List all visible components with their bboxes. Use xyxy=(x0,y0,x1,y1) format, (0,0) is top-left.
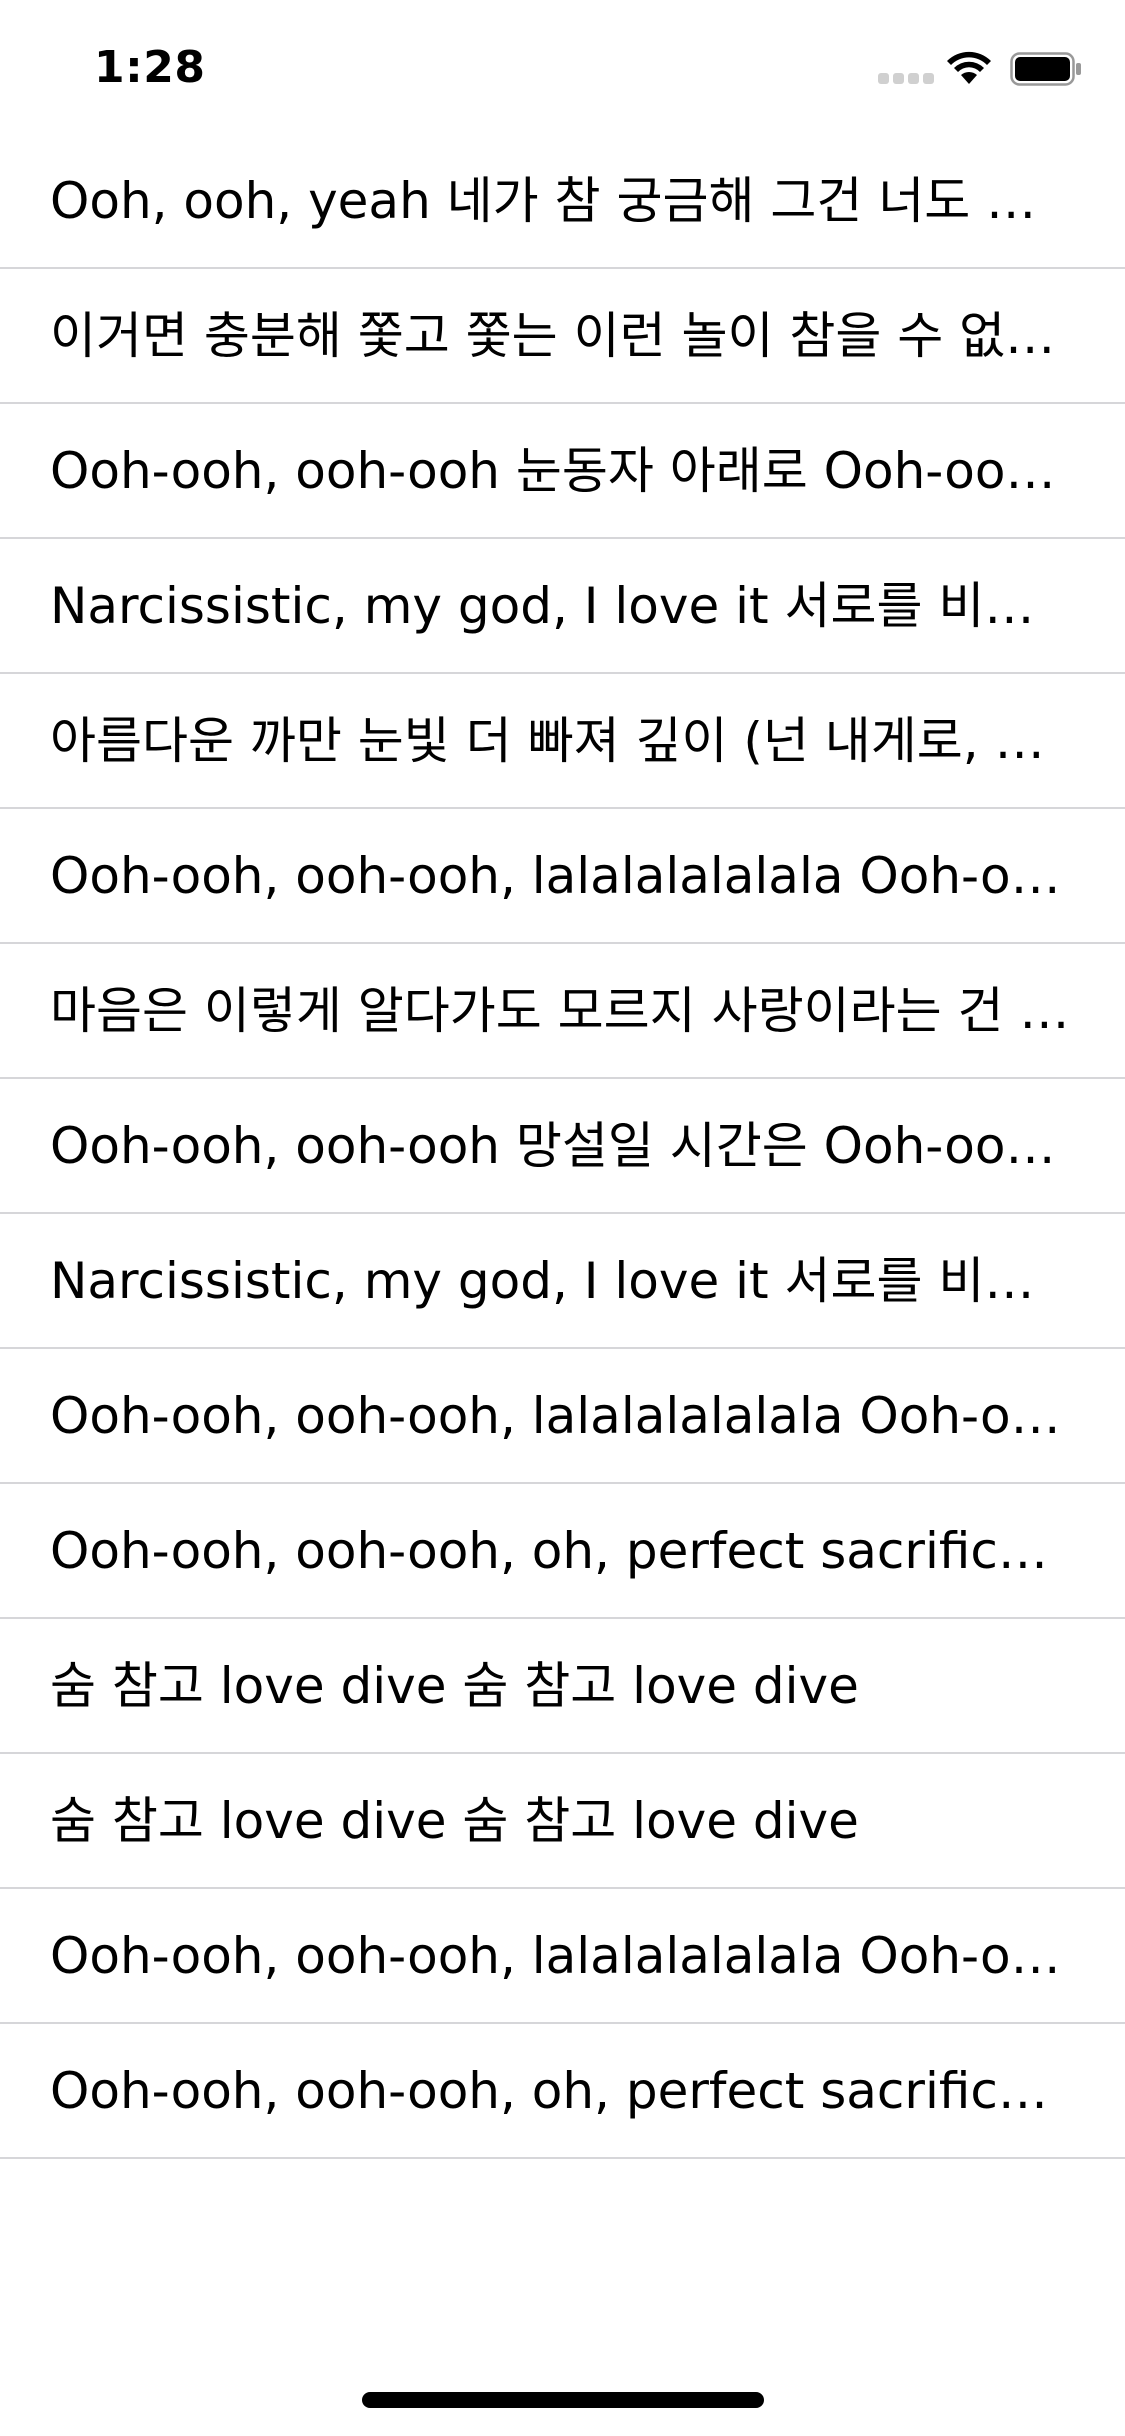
list-item-label: 이거면 충분해 쫓고 쫓는 이런 놀이 참을 수 없는... xyxy=(50,306,1075,365)
status-bar: 1:28 xyxy=(0,0,1125,132)
list-item-label: Ooh-ooh, ooh-ooh 눈동자 아래로 Ooh-ooh,... xyxy=(50,441,1075,500)
battery-icon xyxy=(1010,52,1081,86)
list-item[interactable]: Narcissistic, my god, I love it 서로를 비춘 밤 xyxy=(0,539,1125,674)
list-item[interactable]: 숨 참고 love dive 숨 참고 love dive xyxy=(0,1754,1125,1889)
list-item[interactable]: Ooh-ooh, ooh-ooh 눈동자 아래로 Ooh-ooh,... xyxy=(0,404,1125,539)
cellular-signal-icon xyxy=(878,73,934,85)
lyrics-list[interactable]: Ooh, ooh, yeah 네가 참 궁금해 그건 너도 마찬… 이거면 충분… xyxy=(0,134,1125,2159)
list-item-label: Narcissistic, my god, I love it 서로를 비춘 밤… xyxy=(50,1251,1075,1310)
list-item[interactable]: Narcissistic, my god, I love it 서로를 비춘 밤… xyxy=(0,1214,1125,1349)
list-item[interactable]: Ooh-ooh, ooh-ooh, lalalalalalala Ooh-ooh… xyxy=(0,1349,1125,1484)
status-time: 1:28 xyxy=(94,42,206,93)
list-item-label: 숨 참고 love dive 숨 참고 love dive xyxy=(50,1791,859,1850)
list-item[interactable]: Ooh, ooh, yeah 네가 참 궁금해 그건 너도 마찬… xyxy=(0,134,1125,269)
list-item[interactable]: 숨 참고 love dive 숨 참고 love dive xyxy=(0,1619,1125,1754)
wifi-icon xyxy=(947,51,991,84)
list-item[interactable]: Ooh-ooh, ooh-ooh, lalalalalalala Ooh-ooh… xyxy=(0,1889,1125,2024)
list-item-label: Ooh-ooh, ooh-ooh, lalalalalalala Ooh-ooh… xyxy=(50,1926,1075,1985)
screen: 1:28 Ooh, ooh, yeah 네가 참 궁금해 그건 너도 마찬… 이… xyxy=(0,0,1125,2436)
list-item-label: Ooh-ooh, ooh-ooh 망설일 시간은 Ooh-ooh,... xyxy=(50,1116,1075,1175)
home-indicator[interactable] xyxy=(362,2392,764,2408)
list-item-label: Ooh-ooh, ooh-ooh, oh, perfect sacrifice … xyxy=(50,2061,1075,2120)
list-item-label: Ooh-ooh, ooh-ooh, lalalalalalala Ooh-ooh… xyxy=(50,846,1075,905)
list-item[interactable]: 마음은 이렇게 알다가도 모르지 사랑이라는 건 한… xyxy=(0,944,1125,1079)
list-item-label: 마음은 이렇게 알다가도 모르지 사랑이라는 건 한… xyxy=(50,981,1075,1040)
list-item[interactable]: Ooh-ooh, ooh-ooh, oh, perfect sacrifice … xyxy=(0,1484,1125,1619)
list-item-label: Narcissistic, my god, I love it 서로를 비춘 밤 xyxy=(50,576,1075,635)
list-item[interactable]: Ooh-ooh, ooh-ooh 망설일 시간은 Ooh-ooh,... xyxy=(0,1079,1125,1214)
list-item[interactable]: 이거면 충분해 쫓고 쫓는 이런 놀이 참을 수 없는... xyxy=(0,269,1125,404)
list-item-label: Ooh-ooh, ooh-ooh, lalalalalalala Ooh-ooh… xyxy=(50,1386,1075,1445)
list-item-label: Ooh-ooh, ooh-ooh, oh, perfect sacrifice … xyxy=(50,1521,1075,1580)
list-item[interactable]: 아름다운 까만 눈빛 더 빠져 깊이 (넌 내게로, 난... xyxy=(0,674,1125,809)
list-item-label: Ooh, ooh, yeah 네가 참 궁금해 그건 너도 마찬… xyxy=(50,171,1075,230)
list-item-label: 아름다운 까만 눈빛 더 빠져 깊이 (넌 내게로, 난... xyxy=(50,711,1075,770)
list-item-label: 숨 참고 love dive 숨 참고 love dive xyxy=(50,1656,859,1715)
list-item[interactable]: Ooh-ooh, ooh-ooh, lalalalalalala Ooh-ooh… xyxy=(0,809,1125,944)
list-item[interactable]: Ooh-ooh, ooh-ooh, oh, perfect sacrifice … xyxy=(0,2024,1125,2159)
